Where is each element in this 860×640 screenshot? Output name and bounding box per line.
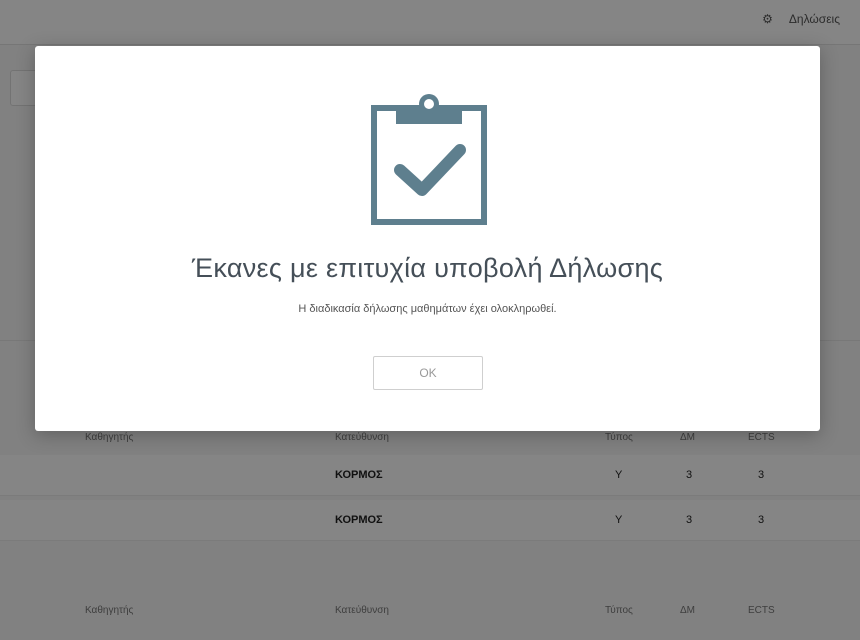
success-modal: Έκανες με επιτυχία υποβολή Δήλωσης Η δια…: [35, 46, 820, 431]
modal-title: Έκανες με επιτυχία υποβολή Δήλωσης: [191, 253, 664, 283]
clipboard-check-icon: [371, 94, 487, 225]
modal-subtitle: Η διαδικασία δήλωσης μαθημάτων έχει ολοκ…: [298, 303, 557, 315]
ok-button[interactable]: OK: [373, 356, 483, 390]
